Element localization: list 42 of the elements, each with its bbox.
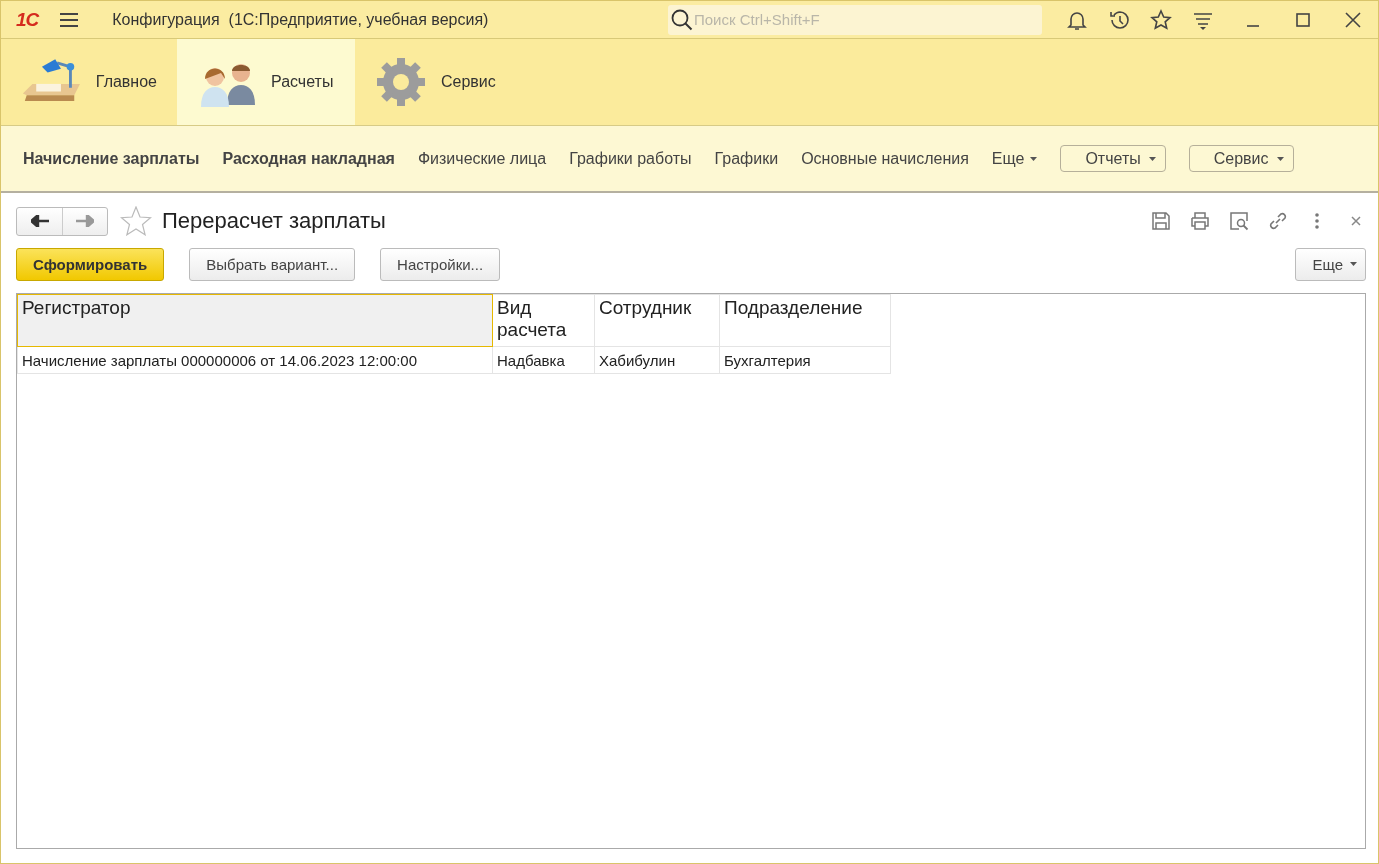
arrow-right-icon (76, 215, 94, 227)
caret-icon (1350, 262, 1357, 266)
table-cell: Бухгалтерия (719, 346, 891, 374)
generate-button[interactable]: Сформировать (16, 247, 165, 281)
nav-link[interactable]: Основные начисления (801, 149, 969, 168)
nav-link[interactable]: Начисление зарплаты (23, 149, 200, 168)
toolbar-button[interactable]: Выбрать вариант... (189, 247, 356, 281)
arrow-left-icon (30, 215, 49, 227)
section-tab[interactable]: Главное (1, 39, 177, 125)
form-title: Перерасчет зарплаты (162, 208, 387, 234)
star-icon[interactable] (120, 206, 152, 236)
toolbar-button[interactable]: Настройки... (380, 247, 501, 281)
print-icon[interactable] (1190, 211, 1210, 231)
star-icon[interactable] (1150, 8, 1172, 31)
nav-link[interactable]: Расходная накладная (222, 149, 395, 168)
more-link[interactable]: Еще (991, 149, 1038, 168)
column-header[interactable]: Регистратор (17, 294, 493, 347)
section-tab[interactable]: Сервис (355, 39, 531, 125)
caret-icon (1030, 156, 1038, 161)
column-header[interactable]: Подразделение (719, 294, 891, 347)
table-cell: Надбавка (492, 346, 595, 374)
search-field[interactable]: Поиск Ctrl+Shift+F (668, 4, 1042, 35)
column-header[interactable]: Вид расчета (492, 294, 595, 347)
table-cell: Начисление зарплаты 000000006 от 14.06.2023 12:00:00 (17, 346, 493, 374)
nav-link[interactable]: Графики работы (569, 149, 692, 168)
app-logo: 1С (16, 8, 39, 31)
more-button[interactable]: Еще (1295, 247, 1366, 281)
preview-icon[interactable] (1229, 211, 1249, 231)
table-cell: Хабибулин (594, 346, 720, 374)
link-icon[interactable] (1268, 211, 1288, 231)
window-title: Конфигурация (1С:Предприятие, учебная версия) (112, 10, 490, 29)
nav-link[interactable]: Физические лица (417, 149, 547, 168)
section-tab[interactable]: Расчеты (177, 39, 355, 125)
caret-icon (1148, 156, 1156, 161)
save-icon[interactable] (1151, 211, 1171, 231)
gear-icon (375, 56, 427, 108)
menu-button[interactable]: Отчеты (1060, 145, 1166, 172)
column-header[interactable]: Сотрудник (594, 294, 720, 347)
menu-button[interactable]: Сервис (1188, 145, 1294, 172)
history-icon[interactable] (1108, 8, 1130, 31)
caret-icon (1276, 156, 1284, 161)
nav-link[interactable]: Графики (714, 149, 779, 168)
